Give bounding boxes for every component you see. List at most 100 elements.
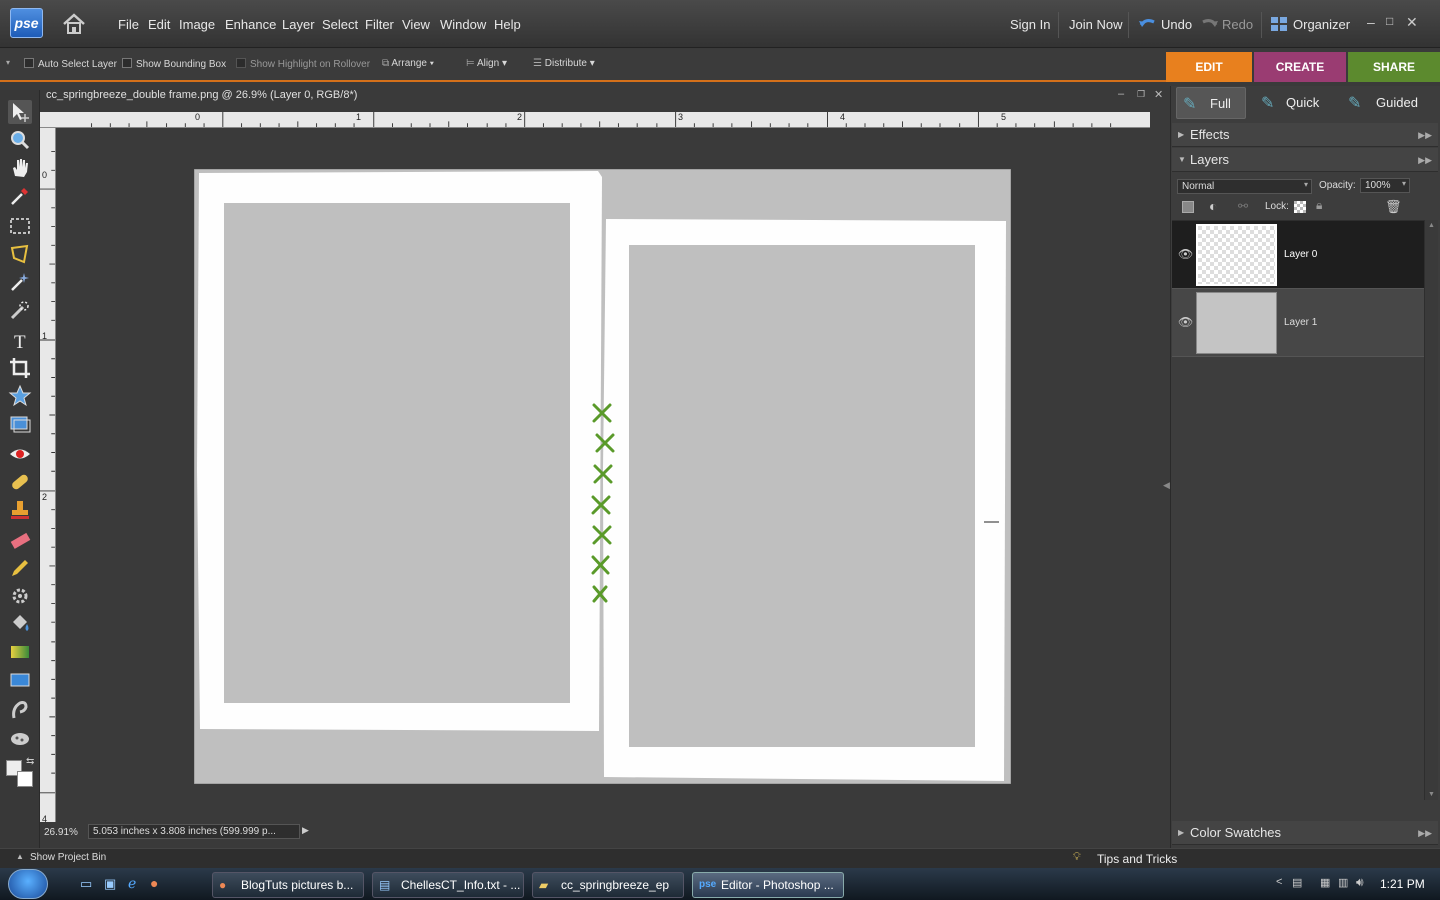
menu-window[interactable]: Window <box>440 17 486 32</box>
minimize-icon[interactable]: – <box>1367 14 1375 30</box>
tab-share[interactable]: SHARE <box>1348 52 1440 82</box>
doc-restore-icon[interactable]: ❐ <box>1137 89 1145 100</box>
menu-image[interactable]: Image <box>179 17 215 32</box>
tab-quick[interactable]: ✎ Quick <box>1258 87 1334 119</box>
tab-create[interactable]: CREATE <box>1254 52 1346 82</box>
undo-button[interactable]: Undo <box>1161 17 1192 32</box>
layer-row-1[interactable]: 👁︎ Layer 1 <box>1172 289 1424 357</box>
blend-mode-select[interactable]: Normal ▾ <box>1177 179 1312 194</box>
lock-transparency-icon[interactable] <box>1294 201 1306 213</box>
arrange-button[interactable]: ⧉ Arrange ▾ <box>382 58 434 69</box>
magic-wand-tool-icon[interactable] <box>8 270 32 294</box>
close-icon[interactable]: ✕ <box>1406 14 1418 31</box>
panel-menu-icon[interactable]: ▶▶ <box>1418 148 1432 172</box>
doc-minimize-icon[interactable]: – <box>1118 88 1124 100</box>
clock[interactable]: 1:21 PM <box>1380 877 1425 891</box>
hand-tool-icon[interactable] <box>8 156 32 180</box>
smart-brush-tool-icon[interactable] <box>8 584 32 608</box>
new-layer-icon[interactable] <box>1182 201 1194 213</box>
tab-edit[interactable]: EDIT <box>1166 52 1252 82</box>
paint-bucket-tool-icon[interactable] <box>8 612 32 636</box>
volume-icon[interactable]: 🔊︎ <box>1356 875 1364 890</box>
menu-edit[interactable]: Edit <box>148 17 170 32</box>
organizer-icon[interactable] <box>1270 16 1288 32</box>
join-now-link[interactable]: Join Now <box>1069 17 1122 32</box>
switch-windows-icon[interactable]: ▣ <box>104 876 116 892</box>
align-button[interactable]: ⊨ Align ▾ <box>466 58 507 69</box>
sign-in-link[interactable]: Sign In <box>1010 17 1050 32</box>
menu-filter[interactable]: Filter <box>365 17 394 32</box>
organizer-button[interactable]: Organizer <box>1293 17 1350 32</box>
taskbar-item-folder[interactable]: ▰ cc_springbreeze_ep <box>532 872 684 898</box>
lock-all-icon[interactable]: 🔒︎ <box>1316 198 1322 213</box>
straighten-tool-icon[interactable] <box>8 412 32 436</box>
scroll-up-icon[interactable]: ▲ <box>1428 222 1435 229</box>
red-eye-tool-icon[interactable] <box>8 442 32 466</box>
options-menu-icon[interactable]: ▾ <box>6 58 10 67</box>
undo-icon[interactable] <box>1138 17 1158 31</box>
menu-help[interactable]: Help <box>494 17 521 32</box>
clone-stamp-tool-icon[interactable] <box>8 498 32 522</box>
blur-tool-icon[interactable] <box>8 698 32 722</box>
scroll-down-icon[interactable]: ▼ <box>1428 791 1435 798</box>
tray-monitor-icon[interactable]: ▥ <box>1338 876 1348 889</box>
effects-panel-header[interactable]: ▶ Effects ▶▶ <box>1172 123 1438 147</box>
taskbar-item-firefox[interactable]: ● BlogTuts pictures b... <box>212 872 364 898</box>
lasso-tool-icon[interactable] <box>8 242 32 266</box>
redo-icon[interactable] <box>1199 17 1219 31</box>
bounding-box-checkbox[interactable]: Show Bounding Box <box>122 58 226 70</box>
layer-row-0[interactable]: 👁︎ Layer 0 <box>1172 221 1424 289</box>
layers-scrollbar[interactable]: ▲ ▼ <box>1424 220 1438 800</box>
zoom-level[interactable]: 26.91% <box>44 827 78 838</box>
adjustment-layer-icon[interactable]: ◐ <box>1209 198 1217 214</box>
menu-file[interactable]: File <box>118 17 139 32</box>
link-icon[interactable]: ⚯ <box>1238 199 1248 213</box>
marquee-tool-icon[interactable] <box>8 214 32 238</box>
quick-selection-tool-icon[interactable] <box>8 298 32 322</box>
tray-expand-icon[interactable]: < <box>1276 876 1282 888</box>
document-canvas[interactable] <box>194 169 1011 784</box>
start-button-icon[interactable] <box>8 869 48 899</box>
eraser-tool-icon[interactable] <box>8 528 32 552</box>
trash-icon[interactable]: 🗑︎ <box>1385 199 1402 215</box>
panel-divider[interactable] <box>1172 800 1438 820</box>
auto-select-checkbox[interactable]: Auto Select Layer <box>24 58 117 70</box>
shape-tool-icon[interactable] <box>8 668 32 692</box>
maximize-icon[interactable]: □ <box>1386 14 1393 28</box>
firefox-icon[interactable]: ● <box>150 875 158 891</box>
menu-select[interactable]: Select <box>322 17 358 32</box>
crop-tool-icon[interactable] <box>8 356 32 380</box>
background-color-swatch[interactable] <box>17 771 33 787</box>
healing-brush-tool-icon[interactable] <box>8 470 32 494</box>
home-icon[interactable] <box>60 10 88 38</box>
show-desktop-icon[interactable]: ▭ <box>80 876 92 892</box>
cookie-cutter-tool-icon[interactable] <box>8 384 32 408</box>
taskbar-item-photoshop[interactable]: pse Editor - Photoshop ... <box>692 872 844 898</box>
show-project-bin-button[interactable]: Show Project Bin <box>30 852 106 863</box>
tray-app-icon[interactable]: ▦ <box>1320 876 1330 889</box>
layers-panel-header[interactable]: ▼ Layers ▶▶ <box>1172 148 1438 172</box>
visibility-eye-icon[interactable]: 👁︎ <box>1178 315 1193 329</box>
doc-close-icon[interactable]: ✕ <box>1154 88 1163 101</box>
status-arrow-icon[interactable]: ▶ <box>302 825 309 836</box>
menu-enhance[interactable]: Enhance <box>225 17 276 32</box>
redo-button[interactable]: Redo <box>1222 17 1253 32</box>
swap-colors-icon[interactable]: ⇆ <box>26 756 34 767</box>
menu-view[interactable]: View <box>402 17 430 32</box>
distribute-button[interactable]: ☰ Distribute ▾ <box>533 58 595 69</box>
gradient-tool-icon[interactable] <box>8 640 32 664</box>
eyedropper-tool-icon[interactable] <box>8 184 32 208</box>
project-bin-arrow-icon[interactable]: ▲ <box>16 852 24 861</box>
pencil-tool-icon[interactable] <box>8 556 32 580</box>
internet-explorer-icon[interactable]: ℯ <box>128 875 136 892</box>
panel-menu-icon[interactable]: ▶▶ <box>1418 821 1432 845</box>
zoom-tool-icon[interactable] <box>8 128 32 152</box>
panel-menu-icon[interactable]: ▶▶ <box>1418 123 1432 147</box>
tips-and-tricks-button[interactable]: Tips and Tricks <box>1097 852 1177 866</box>
tab-guided[interactable]: ✎ Guided <box>1346 87 1436 119</box>
color-swatches-header[interactable]: ▶ Color Swatches ▶▶ <box>1172 821 1438 845</box>
taskbar-item-notepad[interactable]: ▤ ChellesCT_Info.txt - ... <box>372 872 524 898</box>
menu-layer[interactable]: Layer <box>282 17 315 32</box>
panel-collapse-icon[interactable]: ◀ <box>1163 480 1170 491</box>
opacity-input[interactable]: 100% ▾ <box>1360 178 1410 193</box>
